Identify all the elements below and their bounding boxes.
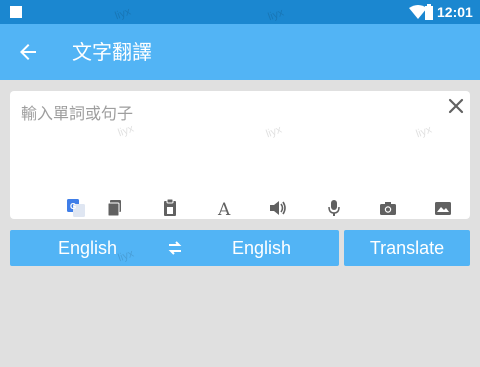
swap-icon[interactable] xyxy=(167,240,183,256)
clear-icon[interactable] xyxy=(446,96,466,116)
paste-icon[interactable] xyxy=(161,199,179,217)
notification-icon xyxy=(10,6,22,18)
status-time: 12:01 xyxy=(437,4,473,20)
target-language-button[interactable]: English xyxy=(232,230,291,266)
page-title: 文字翻譯 xyxy=(72,40,152,64)
text-input[interactable]: 輸入單詞或句子 xyxy=(21,103,133,125)
language-selector: English English xyxy=(10,230,339,266)
translate-button[interactable]: Translate xyxy=(344,230,470,266)
google-translate-icon[interactable]: G xyxy=(67,199,85,217)
input-card: 輸入單詞或句子 G A xyxy=(10,91,470,219)
font-size-icon[interactable]: A xyxy=(216,199,234,217)
svg-text:G: G xyxy=(70,202,76,211)
app-bar: 文字翻譯 xyxy=(0,24,480,80)
image-icon[interactable] xyxy=(434,199,452,217)
back-arrow-icon[interactable] xyxy=(16,40,40,64)
battery-icon xyxy=(425,4,433,20)
svg-text:A: A xyxy=(217,200,231,217)
status-bar: 12:01 xyxy=(0,0,480,24)
copy-icon[interactable] xyxy=(107,199,125,217)
microphone-icon[interactable] xyxy=(325,199,343,217)
speaker-icon[interactable] xyxy=(269,199,287,217)
source-language-button[interactable]: English xyxy=(58,230,117,266)
camera-icon[interactable] xyxy=(379,199,397,217)
